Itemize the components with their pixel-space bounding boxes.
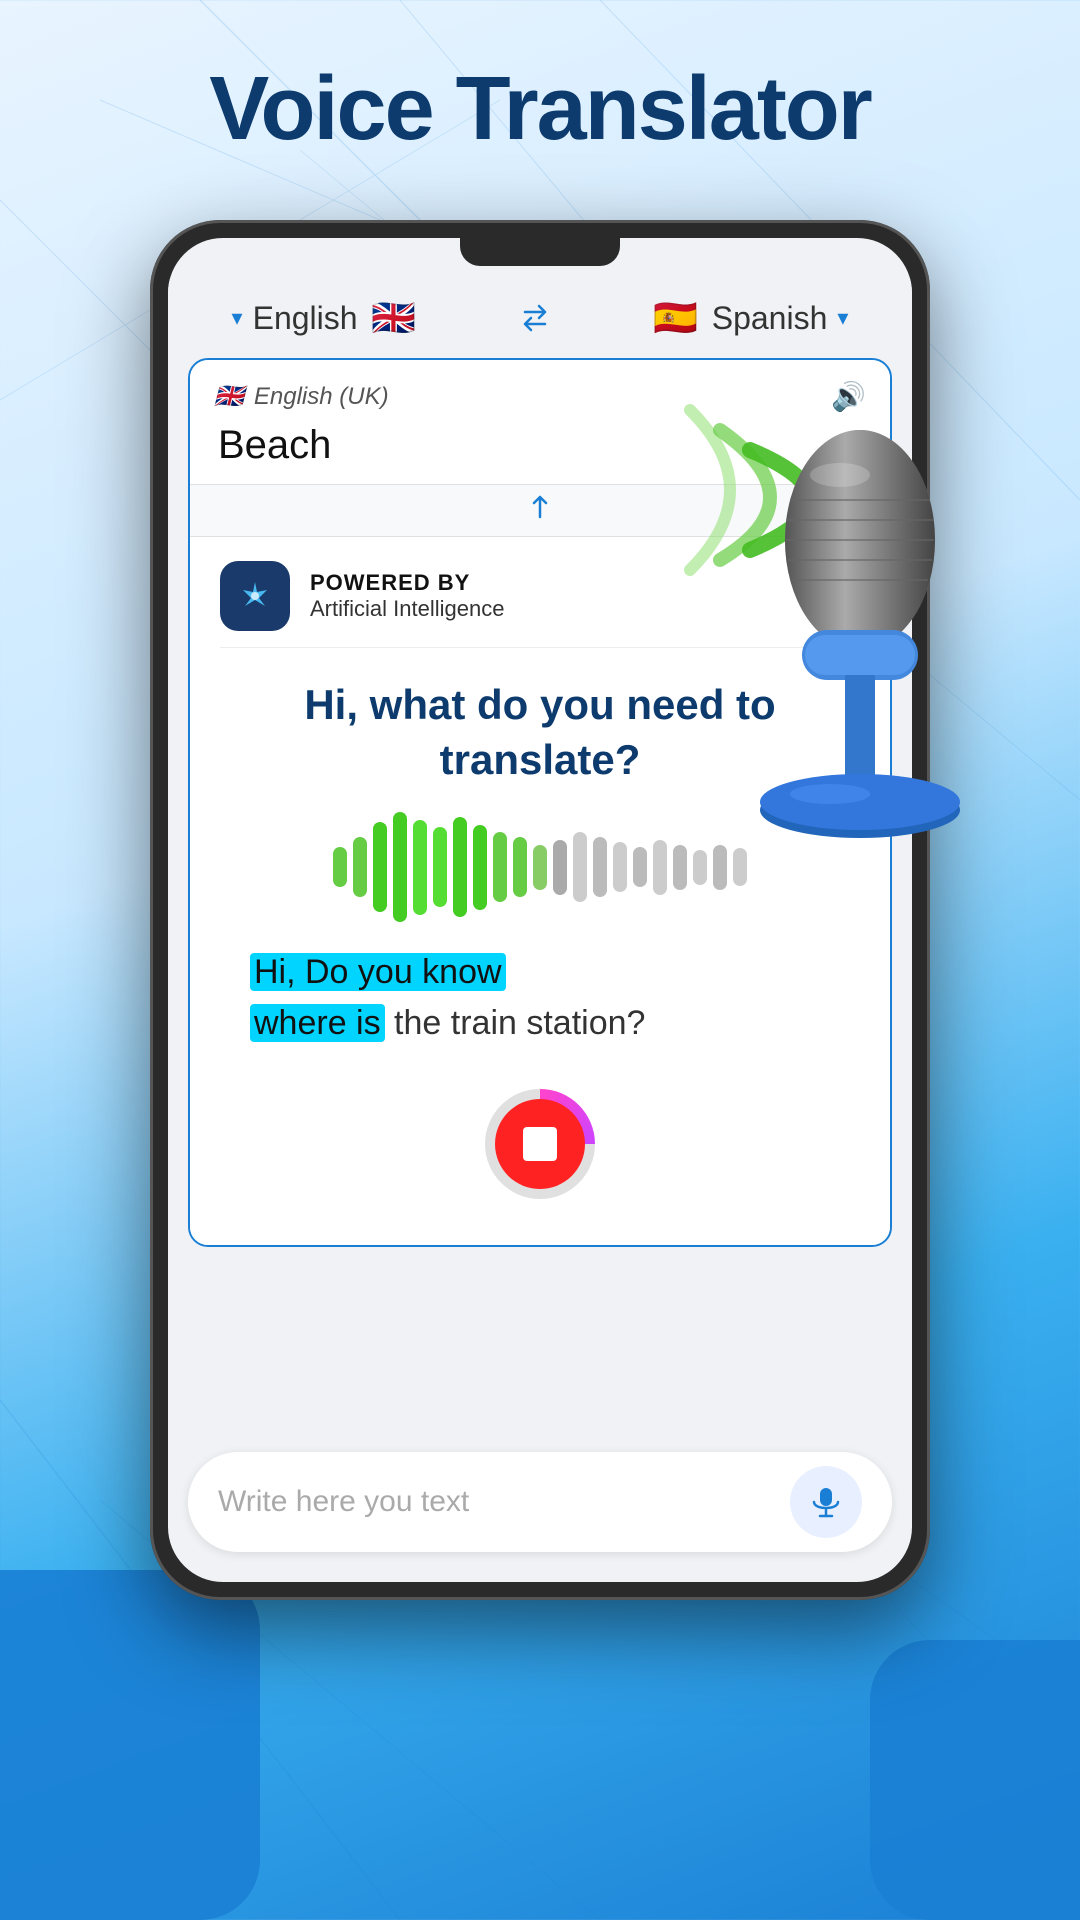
source-flag-inline: 🇬🇧 [214,382,244,411]
wave-bar [353,837,367,897]
phone-screen: ▾ English 🇬🇧 🇪🇸 Spanish ▾ [168,238,912,1582]
record-area [220,1069,860,1229]
target-flag: 🇪🇸 [650,292,702,344]
source-flag: 🇬🇧 [368,292,420,344]
transcript-highlight-2: where is [250,1004,385,1042]
wave-bar [633,847,647,887]
waveform [220,807,860,927]
wave-bar [673,845,687,890]
source-lang-label: 🇬🇧 English (UK) [214,382,389,411]
ai-card: POWERED BY Artificial Intelligence Hi, w… [190,537,890,1245]
transcript: Hi, Do you know where is the train stati… [220,937,860,1069]
phone-notch [460,238,620,266]
wave-bar [393,812,407,922]
transcript-highlight-1: Hi, Do you know [250,953,506,991]
source-word: Beach [214,423,866,468]
wave-bar [593,837,607,897]
record-stop-button[interactable] [495,1099,585,1189]
deco-right [870,1640,1080,1920]
deco-left [0,1570,260,1920]
text-input-placeholder[interactable]: Write here you text [218,1485,790,1519]
swap-languages-button[interactable] [507,290,563,346]
swap-divider[interactable] [190,484,890,537]
language-bar: ▾ English 🇬🇧 🇪🇸 Spanish ▾ [168,278,912,358]
speaker-button[interactable]: 🔊 [831,380,866,413]
stop-icon [523,1127,557,1161]
source-lang-name: English [253,300,358,337]
record-ring [485,1089,595,1199]
wave-bar [733,848,747,886]
wave-bar [533,845,547,890]
wave-bar [433,827,447,907]
wave-bar [373,822,387,912]
wave-bar [613,842,627,892]
wave-bar [513,837,527,897]
powered-by-text: POWERED BY [310,570,504,596]
translation-area: 🇬🇧 English (UK) 🔊 Beach [188,358,892,1247]
target-lang-arrow: ▾ [837,305,848,331]
wave-bar [653,840,667,895]
mic-input-button[interactable] [790,1466,862,1538]
wave-bar [553,840,567,895]
text-input-bar: Write here you text [188,1452,892,1552]
source-lang-arrow: ▾ [232,305,243,331]
target-lang-name: Spanish [712,300,828,337]
phone-mockup: ▾ English 🇬🇧 🇪🇸 Spanish ▾ [150,220,930,1600]
main-question: Hi, what do you need to translate? [220,658,860,807]
wave-bar [473,825,487,910]
wave-bar [333,847,347,887]
ai-subtitle-text: Artificial Intelligence [310,596,504,622]
ai-header: POWERED BY Artificial Intelligence [220,561,860,648]
source-lang-text: English (UK) [254,383,389,411]
wave-bar [573,832,587,902]
app-title: Voice Translator [0,60,1080,159]
wave-bar [493,832,507,902]
ai-text-block: POWERED BY Artificial Intelligence [310,570,504,622]
source-panel: 🇬🇧 English (UK) 🔊 Beach [190,360,890,484]
wave-bar [713,845,727,890]
wave-bar [413,820,427,915]
ai-icon [220,561,290,631]
wave-bar [693,850,707,885]
source-language-selector[interactable]: ▾ English 🇬🇧 [232,292,420,344]
phone-frame: ▾ English 🇬🇧 🇪🇸 Spanish ▾ [150,220,930,1600]
wave-bar [453,817,467,917]
target-language-selector[interactable]: 🇪🇸 Spanish ▾ [650,292,849,344]
transcript-plain: the train station? [385,1004,646,1042]
